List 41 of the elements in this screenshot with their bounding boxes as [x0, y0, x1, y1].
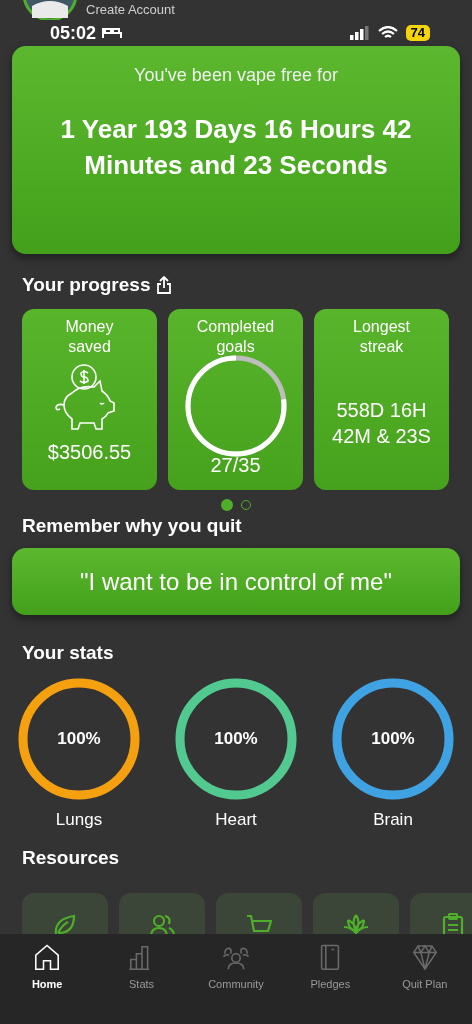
duration-text: 1 Year 193 Days 16 Hours 42 Minutes and 23 Seconds [59, 113, 413, 182]
bed-icon [102, 27, 123, 39]
signal-icon [349, 26, 370, 40]
tab[interactable]: Community [190, 944, 281, 993]
create-account-link[interactable]: Create Account [86, 3, 175, 16]
card-title: Money saved [64, 316, 115, 357]
stat-percent: 100% [213, 728, 259, 749]
share-icon[interactable] [156, 276, 173, 295]
tab[interactable]: Home [2, 944, 93, 993]
section-title: Your progress [22, 273, 151, 297]
tab[interactable]: Stats [96, 944, 187, 993]
stat-label: Heart [215, 808, 257, 831]
section-title: Resources [22, 846, 121, 870]
tab[interactable]: Quit Plan [379, 944, 470, 993]
card-value: 27/35 [210, 452, 261, 478]
section-title: Remember why you quit [22, 513, 243, 538]
stat-card[interactable]: Completed goals 27/35 [168, 308, 303, 490]
card-value: 558D 16H 42M & 23S [331, 397, 432, 449]
diamond-icon [410, 944, 439, 972]
quote-text: "I want to be in control of me" [80, 566, 392, 597]
battery-indicator: 74 [405, 25, 430, 41]
section-title: Your stats [22, 641, 115, 665]
leaf-icon [52, 912, 78, 934]
cart-icon [246, 912, 272, 934]
stat-card[interactable]: Money saved $3506.55 [22, 308, 157, 490]
card-title: Longest streak [352, 316, 411, 357]
wifi-icon [377, 26, 398, 40]
stat-card[interactable]: Longest streak 558D 16H 42M & 23S [314, 308, 449, 490]
stat-percent: 100% [56, 728, 102, 749]
people-icon [149, 912, 175, 934]
lotus-icon [343, 912, 369, 934]
stat-label: Brain [373, 808, 413, 831]
stat-percent: 100% [370, 728, 416, 749]
tab[interactable]: Pledges [285, 944, 376, 993]
stat-label: Lungs [55, 808, 103, 831]
house-icon [33, 944, 62, 972]
card-title: Completed goals [195, 316, 276, 357]
duration-caption: You've been vape free for [134, 64, 338, 87]
card-value: $3506.55 [47, 439, 132, 465]
status-time: 05:02 [50, 24, 97, 42]
clipboard-icon [440, 912, 466, 934]
